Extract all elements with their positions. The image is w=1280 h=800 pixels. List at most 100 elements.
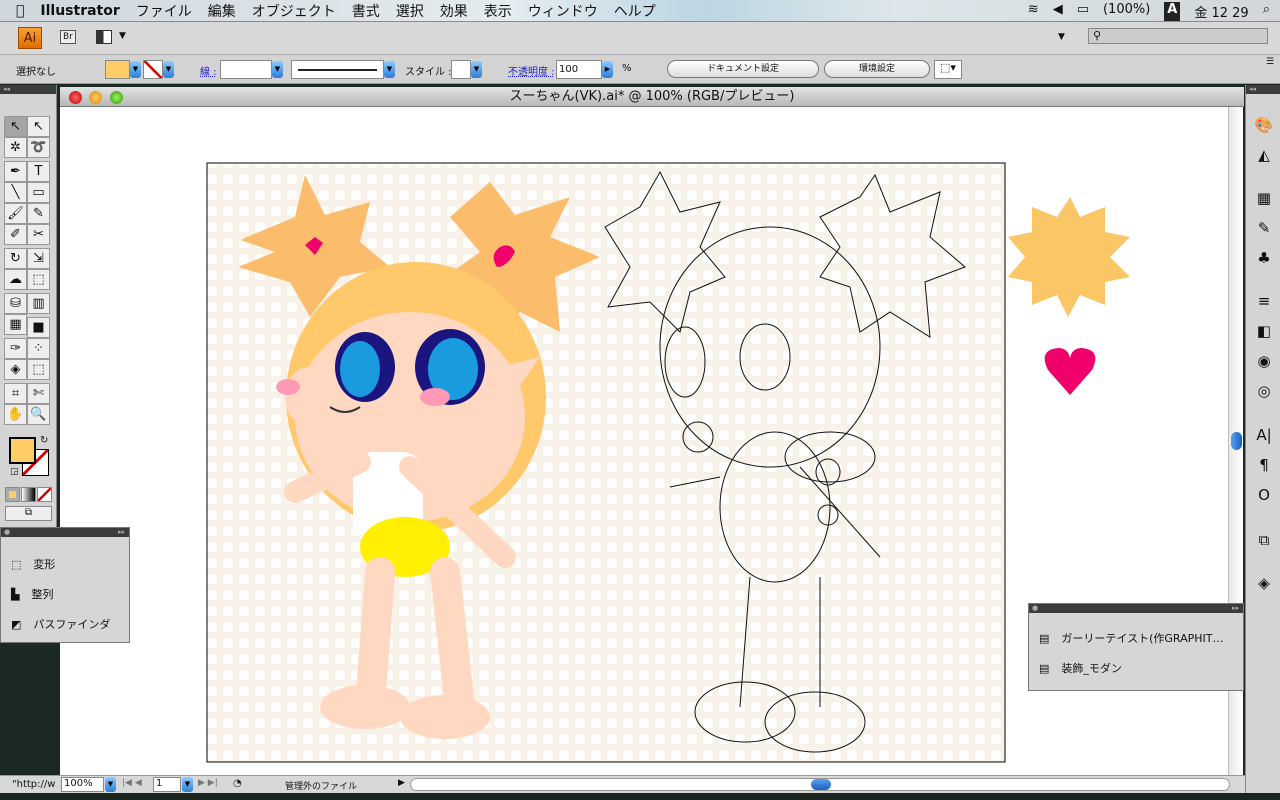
close-button[interactable] — [69, 91, 82, 104]
scale-icon[interactable]: ⇲ — [27, 248, 50, 269]
panel-menu-icon[interactable]: ☰ — [1266, 57, 1274, 67]
spotlight-icon[interactable]: ⌕ — [1263, 2, 1270, 21]
menu-type[interactable]: 書式 — [344, 1, 388, 21]
brushes-icon[interactable]: ✎ — [1254, 218, 1274, 238]
selection-icon[interactable]: ↖ — [4, 116, 27, 137]
scissors-icon[interactable]: ✂ — [27, 224, 50, 245]
ai-logo[interactable]: Ai — [18, 27, 42, 49]
preferences-button[interactable]: 環境設定 — [824, 60, 930, 78]
line-icon[interactable]: ╲ — [4, 182, 27, 203]
appearance-icon[interactable]: ◎ — [1254, 381, 1274, 401]
rectangle-icon[interactable]: ▭ — [27, 182, 50, 203]
slice-icon[interactable]: ✄ — [27, 383, 50, 404]
isolate-selection-icon[interactable]: ⬚▾ — [934, 60, 962, 79]
character-icon[interactable]: A| — [1254, 425, 1274, 445]
layers-icon[interactable]: ◈ — [1254, 573, 1274, 593]
menu-effect[interactable]: 効果 — [432, 1, 476, 21]
menu-window[interactable]: ウィンドウ — [520, 1, 606, 21]
gradient-icon[interactable]: ◧ — [1254, 321, 1274, 341]
library-item-girly[interactable]: ▤ ガーリーテイスト(作GRAPHIT… — [1029, 623, 1243, 653]
fill-color-box[interactable] — [9, 437, 36, 464]
menu-edit[interactable]: 編集 — [200, 1, 244, 21]
document-title-bar[interactable]: スーちゃん(VK).ai* @ 100% (RGB/プレビュー) — [60, 87, 1244, 107]
direct-selection-icon[interactable]: ↖ — [27, 116, 50, 137]
none-mode-button[interactable] — [37, 487, 52, 502]
horizontal-scroll-thumb[interactable] — [811, 779, 831, 790]
eyedropper-icon[interactable]: ✑ — [4, 338, 27, 359]
menu-select[interactable]: 選択 — [388, 1, 432, 21]
swap-colors-icon[interactable]: ↻ — [40, 435, 48, 446]
swatches-icon[interactable]: ▦ — [1254, 188, 1274, 208]
paintbrush-icon[interactable]: 🖌 — [4, 203, 27, 224]
panel-item-pathfinder[interactable]: ◩ パスファインダ — [1, 609, 129, 639]
horizontal-scrollbar[interactable] — [410, 778, 1230, 791]
stroke-dropdown[interactable]: ▼ — [163, 61, 174, 78]
search-input[interactable]: ⚲ — [1088, 28, 1268, 44]
hand-icon[interactable]: ✋ — [4, 404, 27, 425]
fill-dropdown[interactable]: ▼ — [130, 61, 141, 78]
workspace-dropdown[interactable]: ▼ — [1058, 32, 1065, 42]
version-cue-icon[interactable]: ◔ — [233, 778, 242, 789]
zoom-icon[interactable]: 🔍 — [27, 404, 50, 425]
wifi-icon[interactable]: ≋ — [1028, 2, 1039, 21]
symbol-sprayer-icon[interactable]: ⛁ — [4, 293, 27, 314]
menu-app[interactable]: Illustrator — [32, 3, 127, 19]
chevron-down-icon[interactable]: ▼ — [119, 31, 126, 41]
stroke-label[interactable]: 線 : — [200, 63, 217, 78]
menu-view[interactable]: 表示 — [476, 1, 520, 21]
stroke-swatch[interactable] — [143, 60, 163, 79]
panel-header[interactable]: ● ▸▸ — [1, 528, 129, 537]
brush-dropdown[interactable]: ▼ — [384, 61, 395, 78]
screen-mode-button[interactable]: ⧉ — [5, 506, 52, 521]
zoom-input[interactable]: 100% — [61, 777, 104, 792]
transparency-icon[interactable]: ◉ — [1254, 351, 1274, 371]
opentype-icon[interactable]: O — [1254, 485, 1274, 505]
pen-icon[interactable]: ✒ — [4, 161, 27, 182]
menu-object[interactable]: オブジェクト — [244, 1, 344, 21]
gradient-mode-button[interactable] — [21, 487, 36, 502]
default-colors-icon[interactable]: ◲ — [10, 467, 19, 477]
volume-icon[interactable]: ◀ — [1053, 2, 1063, 21]
status-menu-arrow[interactable]: ▶ — [398, 778, 405, 788]
page-input[interactable]: 1 — [153, 777, 181, 792]
page-dropdown[interactable]: ▼ — [182, 777, 193, 792]
stroke-icon[interactable]: ≡ — [1254, 291, 1274, 311]
mesh-icon[interactable]: ▦ — [4, 314, 27, 335]
zoom-dropdown[interactable]: ▼ — [105, 777, 116, 792]
style-swatch[interactable] — [451, 60, 471, 79]
free-transform-icon[interactable]: ⬚ — [27, 269, 50, 290]
bridge-button[interactable]: Br — [60, 30, 76, 44]
library-item-modern[interactable]: ▤ 装飾_モダン — [1029, 653, 1243, 683]
lasso-icon[interactable]: ➰ — [27, 137, 50, 158]
brush-definition[interactable] — [291, 60, 384, 79]
panel-item-align[interactable]: ▙ 整列 — [1, 579, 129, 609]
paragraph-icon[interactable]: ¶ — [1254, 455, 1274, 475]
color-icon[interactable]: ◭ — [1254, 145, 1274, 165]
stroke-weight-dropdown[interactable]: ▼ — [272, 61, 283, 78]
opacity-input[interactable]: 100 — [556, 60, 602, 79]
clock[interactable]: 金 12 29 — [1194, 2, 1248, 21]
minimize-button[interactable] — [89, 91, 102, 104]
menu-file[interactable]: ファイル — [128, 1, 200, 21]
menu-help[interactable]: ヘルプ — [606, 1, 664, 21]
warp-icon[interactable]: ☁ — [4, 269, 27, 290]
graph-icon[interactable]: ▥ — [27, 293, 50, 314]
magic-wand-icon[interactable]: ✲ — [4, 137, 27, 158]
opacity-label[interactable]: 不透明度 : — [508, 63, 555, 78]
live-paint-selection-icon[interactable]: ⬚ — [27, 359, 50, 380]
rotate-icon[interactable]: ↻ — [4, 248, 27, 269]
next-page-button[interactable]: ▶ ▶| — [198, 778, 218, 788]
blob-brush-icon[interactable]: ✐ — [4, 224, 27, 245]
panel-item-transform[interactable]: ⬚ 変形 — [1, 549, 129, 579]
artboards-icon[interactable]: ⧉ — [1254, 530, 1274, 550]
arrange-documents-icon[interactable] — [96, 30, 112, 44]
type-icon[interactable]: T — [27, 161, 50, 182]
color-mode-button[interactable] — [5, 487, 20, 502]
panel-header[interactable]: ● ▸▸ — [1029, 604, 1243, 613]
live-paint-icon[interactable]: ◈ — [4, 359, 27, 380]
gradient-icon[interactable]: ■ — [27, 317, 50, 338]
input-method[interactable]: A — [1164, 2, 1181, 21]
stroke-weight-input[interactable] — [220, 60, 272, 79]
zoom-button[interactable] — [110, 91, 123, 104]
dock-collapse[interactable]: ◂◂ — [1246, 85, 1280, 94]
